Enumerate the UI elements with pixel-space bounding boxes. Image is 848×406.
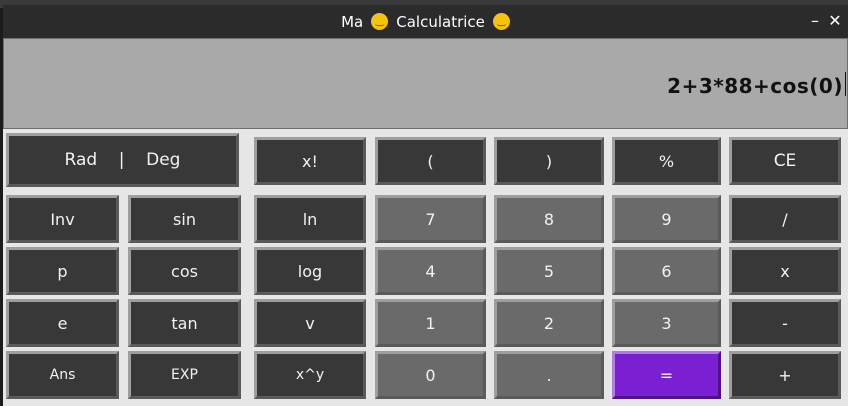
digit-6-button[interactable]: 6 [612,247,721,295]
inverse-button[interactable]: Inv [6,195,119,243]
decimal-point-button[interactable]: . [494,351,604,399]
digit-4-button[interactable]: 4 [375,247,486,295]
cos-button[interactable]: cos [128,247,241,295]
add-button[interactable]: + [729,351,841,399]
tan-button[interactable]: tan [128,299,241,347]
digit-0-button[interactable]: 0 [375,351,486,399]
digit-1-button[interactable]: 1 [375,299,486,347]
digit-3-button[interactable]: 3 [612,299,721,347]
grin-emoji-icon: ‿ [371,13,389,30]
equals-button[interactable]: = [612,351,721,399]
pi-button[interactable]: p [6,247,119,295]
minimize-button[interactable]: – [806,11,824,30]
title-text: Calculatrice [396,12,485,31]
title-bar: Ma ‿ Calculatrice ‿ – ✕ [3,5,848,38]
text-caret [845,72,846,96]
digit-7-button[interactable]: 7 [375,195,486,243]
digit-8-button[interactable]: 8 [494,195,604,243]
subtract-button[interactable]: - [729,299,841,347]
exp-button[interactable]: EXP [128,351,241,399]
left-paren-button[interactable]: ( [375,137,486,185]
title-prefix: Ma [341,12,364,31]
percent-button[interactable]: % [612,137,721,185]
square-root-button[interactable]: v [254,299,366,347]
display-screen: 2+3*88+cos(0) [3,38,848,129]
euler-e-button[interactable]: e [6,299,119,347]
digit-2-button[interactable]: 2 [494,299,604,347]
right-paren-button[interactable]: ) [494,137,604,185]
ans-button[interactable]: Ans [6,351,119,399]
sin-button[interactable]: sin [128,195,241,243]
clear-entry-button[interactable]: CE [729,137,841,185]
rad-deg-toggle-button[interactable]: Rad | Deg [6,133,239,187]
power-button[interactable]: x^y [254,351,366,399]
calculator-window: Ma ‿ Calculatrice ‿ – ✕ 2+3*88+cos(0) Ra… [3,5,848,406]
expression-display: 2+3*88+cos(0) [667,74,843,98]
close-button[interactable]: ✕ [826,11,844,30]
keypad: Rad | Deg x! ( ) % CE Inv sin ln 7 8 9 /… [3,129,848,406]
ln-button[interactable]: ln [254,195,366,243]
digit-5-button[interactable]: 5 [494,247,604,295]
factorial-button[interactable]: x! [254,137,366,185]
digit-9-button[interactable]: 9 [612,195,721,243]
multiply-button[interactable]: x [729,247,841,295]
log-button[interactable]: log [254,247,366,295]
smile-emoji-icon: ‿ [492,13,510,30]
divide-button[interactable]: / [729,195,841,243]
window-title: Ma ‿ Calculatrice ‿ [3,5,848,38]
